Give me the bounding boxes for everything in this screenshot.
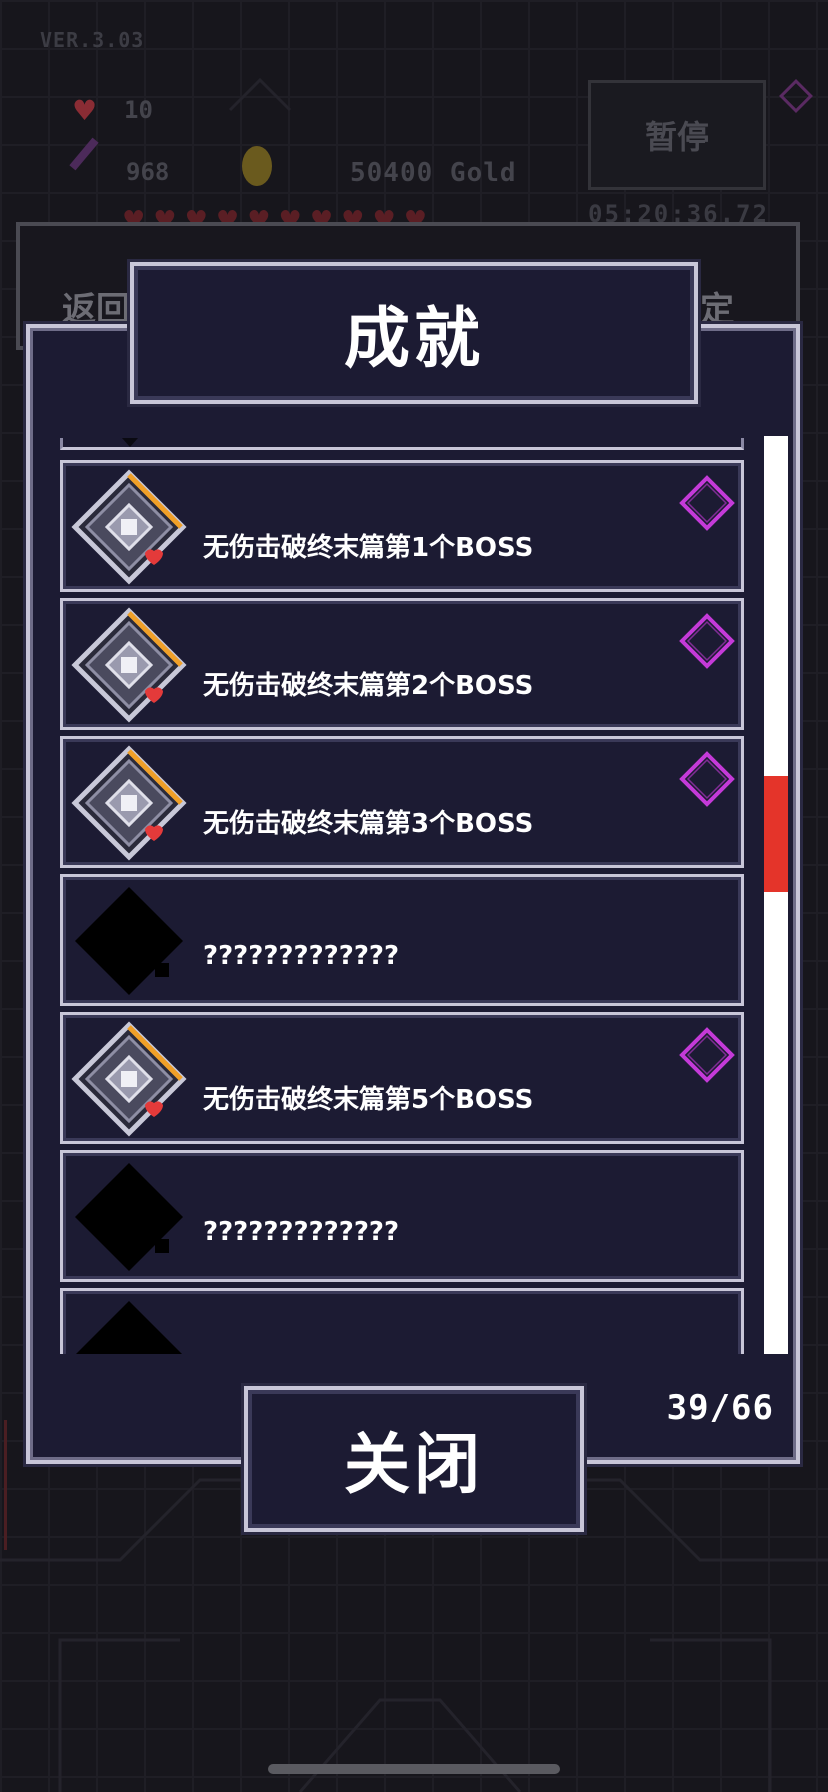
diamond-outline-icon	[679, 613, 735, 669]
locked-medal-icon	[75, 887, 183, 995]
diamond-outline-icon	[679, 475, 735, 531]
version-label: VER.3.03	[40, 28, 145, 52]
close-button-label: 关闭	[344, 1426, 484, 1503]
dialog-title: 成就	[344, 300, 484, 377]
locked-medal-icon	[75, 1163, 183, 1271]
achievement-counter: 39/66	[666, 1388, 774, 1428]
boss-medal-icon	[71, 469, 187, 585]
hp-heart-icon: ♥	[72, 94, 98, 127]
pause-button[interactable]: 暂停	[588, 80, 766, 190]
boss-medal-icon	[71, 1021, 187, 1137]
home-indicator[interactable]	[268, 1764, 560, 1774]
gold-coin-icon	[242, 146, 272, 186]
partial-icon-tip	[122, 438, 138, 447]
achievement-item[interactable]: 无伤击破终末篇第5个BOSS	[60, 1012, 744, 1144]
scrollbar-thumb[interactable]	[764, 776, 788, 892]
achievement-item[interactable]: ?????????????	[60, 874, 744, 1006]
achievement-item[interactable]: ?????????????	[60, 1150, 744, 1282]
boss-medal-icon	[71, 607, 187, 723]
achievement-label: 无伤击破终末篇第5个BOSS	[203, 1085, 534, 1115]
hp-value: 10	[124, 96, 153, 124]
scrollbar-track[interactable]	[764, 436, 788, 1354]
boss-medal-icon	[71, 745, 187, 861]
gold-value: 50400 Gold	[350, 158, 517, 188]
achievement-item[interactable]	[60, 1288, 744, 1354]
achievement-label: ?????????????	[203, 941, 400, 971]
dialog-title-box: 成就	[130, 262, 698, 404]
diamond-outline-icon	[679, 1027, 735, 1083]
attack-value: 968	[126, 158, 170, 186]
achievement-item[interactable]: 无伤击破终末篇第2个BOSS	[60, 598, 744, 730]
achievement-item[interactable]: 无伤击破终末篇第3个BOSS	[60, 736, 744, 868]
achievement-label: 无伤击破终末篇第3个BOSS	[203, 809, 534, 839]
achievement-label: 无伤击破终末篇第1个BOSS	[203, 533, 534, 563]
locked-medal-icon	[76, 1301, 182, 1354]
achievement-item[interactable]: 无伤击破终末篇第1个BOSS	[60, 460, 744, 592]
achievement-list[interactable]: 无伤击破终末篇第1个BOSS 无伤击破终末篇第2个BOSS 无伤击破终末篇第3个BO…	[60, 438, 750, 1354]
pause-label: 暂停	[644, 118, 709, 156]
diamond-outline-icon	[679, 751, 735, 807]
close-button[interactable]: 关闭	[244, 1386, 584, 1532]
achievement-label: 无伤击破终末篇第2个BOSS	[203, 671, 534, 701]
list-item-partial	[60, 438, 744, 450]
achievement-label: ?????????????	[203, 1217, 400, 1247]
